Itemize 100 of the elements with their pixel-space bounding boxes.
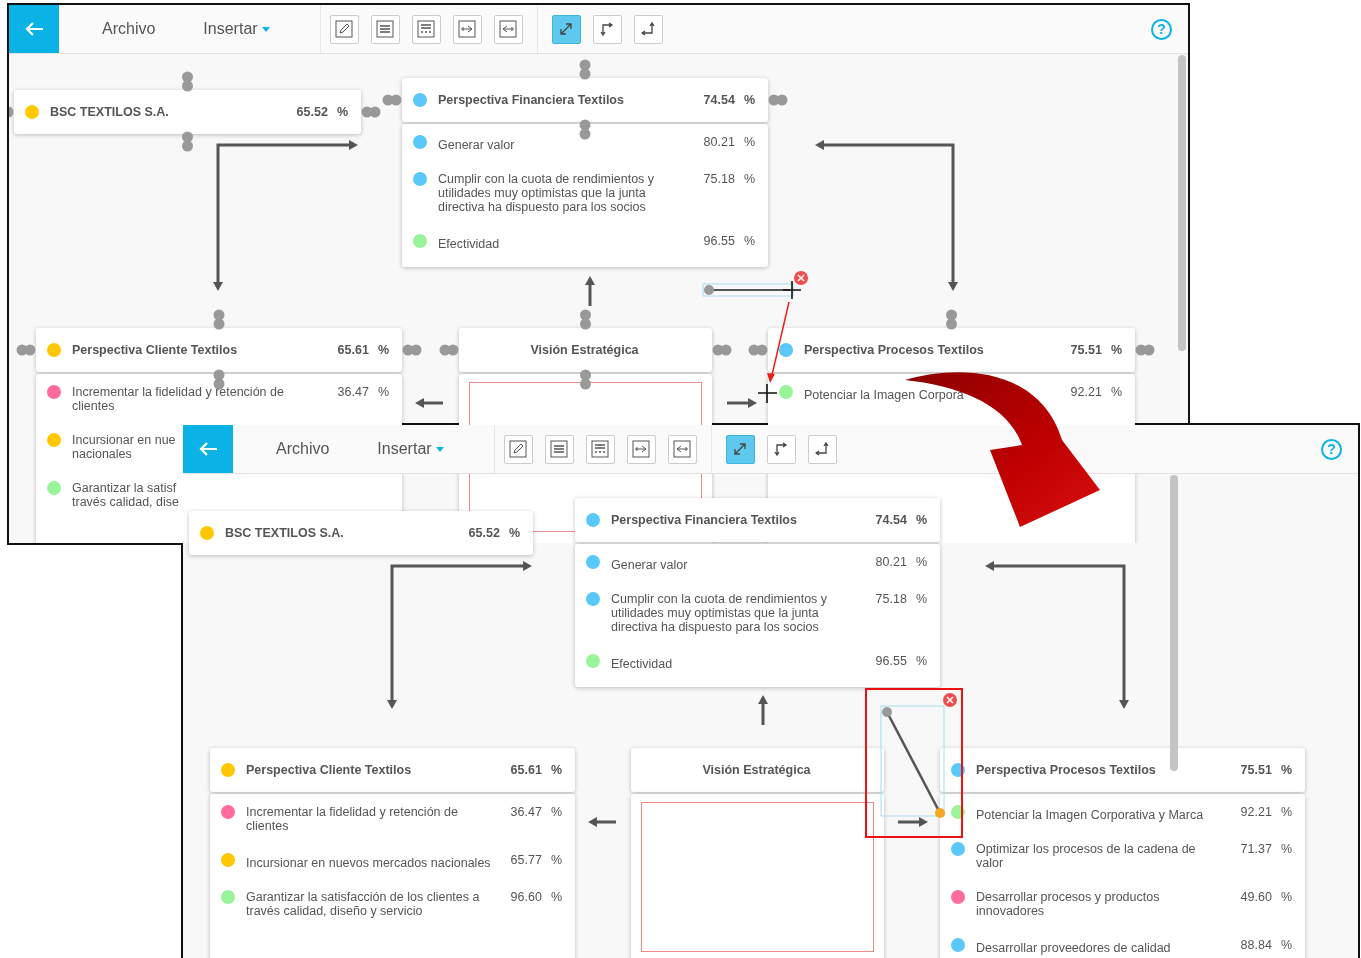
left-arrow-icon <box>24 21 44 37</box>
percent-unit: % <box>377 385 389 399</box>
connector-tool-button[interactable] <box>633 14 663 44</box>
percent-unit: % <box>550 853 562 867</box>
connector-tool-button[interactable] <box>807 434 837 464</box>
connector-draft-drawing[interactable] <box>702 283 794 297</box>
objective-text: Incursionar en nuevos mercados nacionales <box>246 856 491 870</box>
crosshair-icon <box>757 383 778 404</box>
score-value: 65.52 <box>468 526 500 540</box>
score-value: 75.51 <box>1070 343 1102 357</box>
score-value: 75.51 <box>1240 763 1272 777</box>
perspective-title: Perspectiva Financiera Textilos <box>611 513 798 527</box>
objective-text: Efectividad <box>438 237 500 251</box>
connector-tool-button[interactable] <box>551 14 581 44</box>
objective-text: Efectividad <box>611 657 673 671</box>
connection-handle[interactable] <box>712 344 732 356</box>
percent-unit: % <box>377 343 389 357</box>
perspective-header[interactable]: Perspectiva Procesos Textilos 75.51 % <box>940 748 1305 792</box>
table-icon <box>591 440 610 458</box>
objective-text: Potenciar la Imagen Corpora <box>804 388 964 402</box>
caret-icon <box>435 446 444 452</box>
score-value: 92.21 <box>1070 385 1102 399</box>
percent-unit: % <box>1280 890 1292 904</box>
connector-arrow <box>727 398 757 408</box>
connection-handle[interactable] <box>361 106 381 118</box>
percent-unit: % <box>550 763 562 777</box>
edit-tool-button[interactable] <box>329 14 359 44</box>
connection-handle[interactable] <box>1135 344 1155 356</box>
menu-item[interactable]: Insertar <box>203 20 270 38</box>
perspective-title: Perspectiva Procesos Textilos <box>976 763 1157 777</box>
list-tool-button[interactable] <box>370 14 400 44</box>
vision-header[interactable]: Visión Estratégica <box>459 328 712 372</box>
insert-left-tool-button[interactable] <box>667 434 697 464</box>
insert-right-tool-button[interactable] <box>452 14 482 44</box>
connection-handle[interactable] <box>16 344 36 356</box>
connector-tool-button[interactable] <box>725 434 755 464</box>
objective-text: Desarrollar proveedores de calidad <box>976 941 1171 955</box>
score-value: 96.55 <box>875 654 907 668</box>
company-card[interactable]: BSC TEXTILOS S.A. 65.52 % <box>14 90 361 134</box>
edit-tool-button[interactable] <box>503 434 533 464</box>
objective-text: Garantizar la satisf través calidad, dise <box>72 481 179 509</box>
score-value: 80.21 <box>703 135 735 149</box>
score-value: 65.77 <box>510 853 542 867</box>
perspective-header[interactable]: Perspectiva Cliente Textilos 65.61 % <box>36 328 402 372</box>
connection-handle[interactable] <box>9 106 14 118</box>
vision-header[interactable]: Visión Estratégica <box>631 748 884 792</box>
menu-item[interactable]: Archivo <box>276 440 330 458</box>
score-value: 74.54 <box>875 513 907 527</box>
diagonal-arrow-icon <box>733 442 748 456</box>
connection-handle[interactable] <box>748 344 768 356</box>
close-icon[interactable] <box>794 271 808 285</box>
close-icon[interactable] <box>943 693 957 707</box>
connection-handle[interactable] <box>382 94 402 106</box>
scrollbar[interactable] <box>1170 475 1178 771</box>
insert-right-tool-button[interactable] <box>626 434 656 464</box>
percent-unit: % <box>1280 842 1292 856</box>
connection-handle[interactable] <box>439 344 459 356</box>
percent-unit: % <box>550 890 562 904</box>
arrow-box-icon <box>632 440 651 458</box>
percent-unit: % <box>915 654 927 668</box>
connection-handle[interactable] <box>213 309 225 330</box>
pencil-icon <box>509 440 528 458</box>
scrollbar[interactable] <box>1178 55 1186 351</box>
percent-unit: % <box>1280 938 1292 952</box>
perspective-header[interactable]: Perspectiva Procesos Textilos 75.51 % <box>768 328 1135 372</box>
connector-tool-button[interactable] <box>766 434 796 464</box>
connection-handle[interactable] <box>580 369 591 390</box>
menu-item[interactable]: Insertar <box>377 440 444 458</box>
connection-handle[interactable] <box>182 71 193 92</box>
perspective-header[interactable]: Perspectiva Financiera Textilos 74.54 % <box>575 498 940 542</box>
connection-handle[interactable] <box>946 309 957 330</box>
percent-unit: % <box>1280 805 1292 819</box>
perspective-header[interactable]: Perspectiva Financiera Textilos 74.54 % <box>402 78 768 122</box>
list-tool-button[interactable] <box>544 434 574 464</box>
connection-handle[interactable] <box>579 59 591 80</box>
connection-handle[interactable] <box>768 94 788 106</box>
percent-unit: % <box>915 555 927 569</box>
connection-handle[interactable] <box>579 119 591 140</box>
company-name: BSC TEXTILOS S.A. <box>50 105 170 119</box>
menu-item[interactable]: Archivo <box>102 20 156 38</box>
score-value: 49.60 <box>1240 890 1272 904</box>
connector-line-drawing[interactable] <box>880 705 945 818</box>
company-name: BSC TEXTILOS S.A. <box>225 526 345 540</box>
percent-unit: % <box>915 513 927 527</box>
insert-left-tool-button[interactable] <box>493 14 523 44</box>
percent-unit: % <box>336 105 348 119</box>
caret-icon <box>261 26 270 32</box>
connection-handle[interactable] <box>182 131 193 152</box>
connection-handle[interactable] <box>402 344 422 356</box>
back-button[interactable] <box>183 425 233 473</box>
table-tool-button[interactable] <box>411 14 441 44</box>
company-card[interactable]: BSC TEXTILOS S.A. 65.52 % <box>189 511 533 555</box>
table-tool-button[interactable] <box>585 434 615 464</box>
connector-tool-button[interactable] <box>592 14 622 44</box>
perspective-header[interactable]: Perspectiva Cliente Textilos 65.61 % <box>210 748 575 792</box>
objective-text: Incursionar en nue nacionales <box>72 433 176 461</box>
back-button[interactable] <box>9 5 59 53</box>
list-icon <box>550 440 569 458</box>
connection-handle[interactable] <box>580 309 591 330</box>
score-value: 75.18 <box>703 172 735 186</box>
